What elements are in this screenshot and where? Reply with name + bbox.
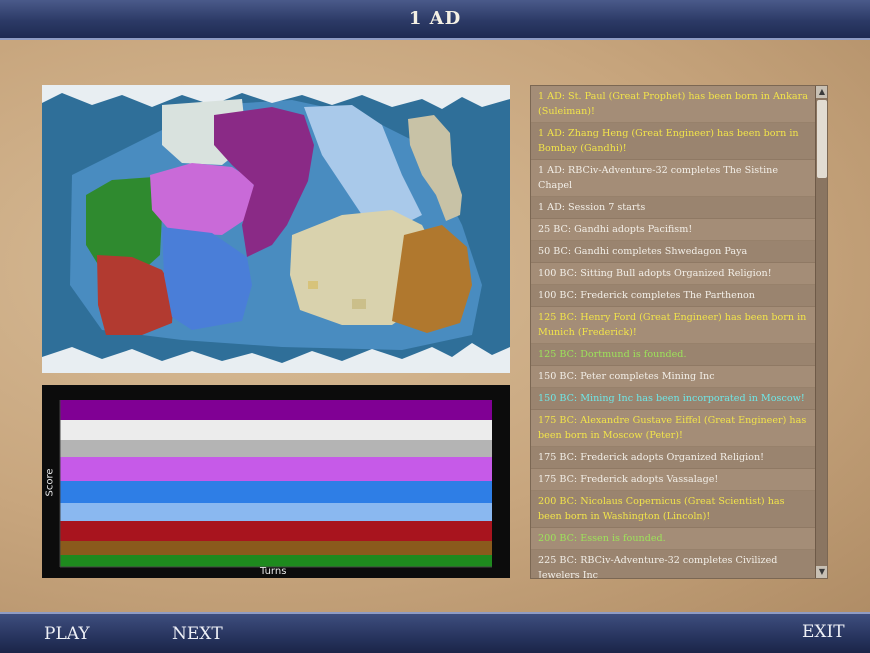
- log-entry: 175 BC: Frederick adopts Vassalage!: [531, 469, 815, 491]
- log-entry: 225 BC: RBCiv-Adventure-32 completes Civ…: [531, 550, 815, 578]
- world-map: [42, 85, 510, 373]
- event-log-list: 1 AD: St. Paul (Great Prophet) has been …: [531, 86, 815, 578]
- scroll-down-arrow-icon[interactable]: ▼: [816, 566, 827, 578]
- top-bar: 1 AD: [0, 0, 870, 40]
- score-band-gray: [60, 440, 492, 457]
- event-log[interactable]: 1 AD: St. Paul (Great Prophet) has been …: [530, 85, 828, 579]
- log-entry: 200 BC: Nicolaus Copernicus (Great Scien…: [531, 491, 815, 528]
- log-entry: 50 BC: Gandhi completes Shwedagon Paya: [531, 241, 815, 263]
- log-entry: 1 AD: Zhang Heng (Great Engineer) has be…: [531, 123, 815, 160]
- scroll-thumb[interactable]: [817, 100, 827, 178]
- play-button[interactable]: PLAY: [44, 624, 90, 644]
- score-band-red: [60, 521, 492, 541]
- log-entry: 125 BC: Henry Ford (Great Engineer) has …: [531, 307, 815, 344]
- log-entry: 100 BC: Sitting Bull adopts Organized Re…: [531, 263, 815, 285]
- score-band-brown: [60, 541, 492, 555]
- turns-axis-label: Turns: [260, 566, 287, 577]
- score-graph-svg: [59, 400, 492, 568]
- log-entry: 175 BC: Frederick adopts Organized Relig…: [531, 447, 815, 469]
- world-map-image: [42, 85, 510, 373]
- score-band-white: [60, 420, 492, 440]
- next-button[interactable]: NEXT: [172, 624, 223, 644]
- log-entry: 200 BC: Essen is founded.: [531, 528, 815, 550]
- event-log-scrollbar[interactable]: ▲ ▼: [815, 86, 827, 578]
- log-entry: 150 BC: Peter completes Mining Inc: [531, 366, 815, 388]
- scroll-up-arrow-icon[interactable]: ▲: [816, 86, 827, 98]
- turn-title: 1 AD: [408, 8, 462, 29]
- score-band-lightblue: [60, 503, 492, 521]
- log-entry: 175 BC: Alexandre Gustave Eiffel (Great …: [531, 410, 815, 447]
- log-entry: 1 AD: St. Paul (Great Prophet) has been …: [531, 86, 815, 123]
- log-entry: 150 BC: Mining Inc has been incorporated…: [531, 388, 815, 410]
- log-entry: 1 AD: RBCiv-Adventure-32 completes The S…: [531, 160, 815, 197]
- score-band-violet: [60, 457, 492, 481]
- score-band-purple: [60, 400, 492, 420]
- log-entry: 100 BC: Frederick completes The Partheno…: [531, 285, 815, 307]
- log-entry: 1 AD: Session 7 starts: [531, 197, 815, 219]
- score-axis-label: Score: [44, 468, 56, 497]
- log-entry: 25 BC: Gandhi adopts Pacifism!: [531, 219, 815, 241]
- log-entry: 125 BC: Dortmund is founded.: [531, 344, 815, 366]
- exit-button[interactable]: EXIT: [802, 622, 845, 642]
- bottom-bar: PLAY NEXT EXIT: [0, 612, 870, 653]
- score-band-blue: [60, 481, 492, 503]
- score-graph: Score Turns: [42, 385, 510, 578]
